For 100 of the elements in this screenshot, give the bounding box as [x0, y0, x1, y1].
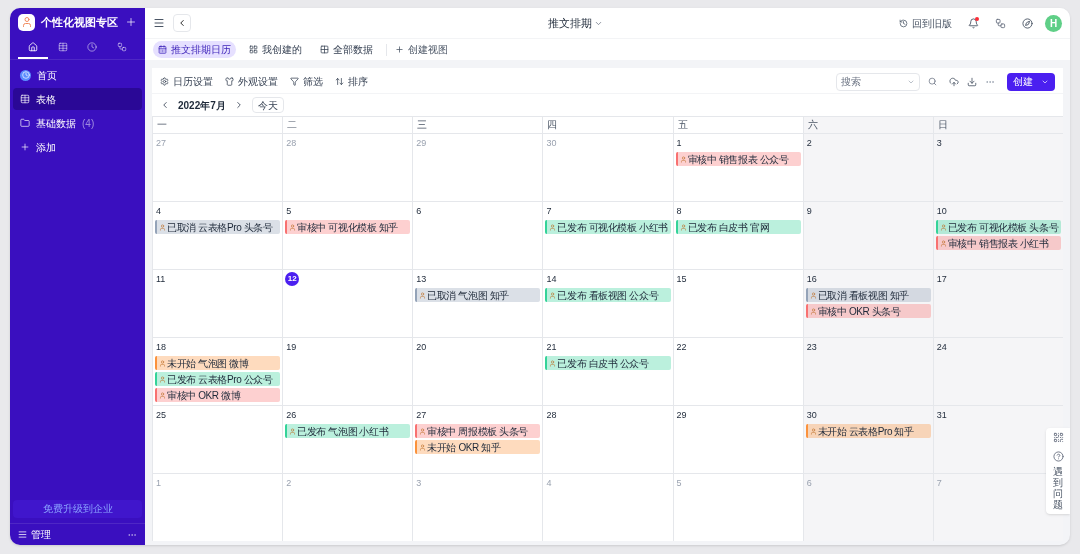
create-view-button[interactable]: 创建视图 [395, 42, 448, 57]
day-cell[interactable]: 2 [802, 134, 933, 201]
day-cell[interactable]: 17 [932, 270, 1063, 337]
day-cell[interactable]: 5 审核中 可视化模板 知乎 [282, 202, 413, 269]
today-button[interactable]: 今天 [251, 97, 284, 113]
person-icon [419, 427, 427, 435]
plus-icon[interactable] [125, 16, 137, 28]
day-cell[interactable]: 21 已发布 白皮书 公众号 [542, 338, 673, 405]
search-input[interactable]: 搜索 [841, 74, 907, 89]
calendar-icon [158, 45, 167, 54]
toolbar-button[interactable]: 筛选 [290, 74, 323, 89]
toolbar-button[interactable]: 外观设置 [225, 74, 278, 89]
day-cell[interactable]: 30 未开始 云表格Pro 知乎 [802, 406, 933, 473]
day-number: 7 [935, 477, 943, 490]
help-icon[interactable] [1052, 451, 1064, 462]
day-cell[interactable]: 4 已取消 云表格Pro 头条号 [152, 202, 283, 269]
day-number: 11 [155, 273, 167, 286]
create-button[interactable]: 创建 [1007, 72, 1055, 91]
event-chip[interactable]: 未开始 OKR 知乎 [415, 440, 541, 454]
day-number: 28 [285, 137, 298, 150]
day-number: 12 [285, 272, 300, 286]
day-number: 5 [675, 477, 683, 490]
event-text: 审核中 OKR 微博 [167, 388, 241, 402]
person-icon [419, 443, 427, 451]
search-icon[interactable] [928, 77, 937, 86]
folder-icon [20, 118, 30, 128]
day-cell[interactable]: 7 已发布 可视化模板 小红书 [542, 202, 673, 269]
day-cell[interactable]: 18 未开始 气泡图 微博 已发布 云表格Pro 公众号 审核中 OKR 微博 [152, 338, 283, 405]
avatar-icon [18, 13, 35, 31]
flow-icon[interactable] [995, 17, 1006, 29]
day-number: 26 [285, 409, 298, 422]
event-chip[interactable]: 审核中 可视化模板 知乎 [285, 220, 411, 234]
event-chip[interactable]: 审核中 OKR 微博 [155, 388, 281, 402]
day-cell[interactable]: 9 [802, 202, 933, 269]
manage-link[interactable]: 管理 [31, 527, 123, 542]
view-tab[interactable]: 全部数据 [315, 41, 378, 58]
old-version-button[interactable]: 回到旧版 [899, 15, 952, 31]
day-number: 29 [675, 409, 688, 422]
compass-icon[interactable] [1022, 17, 1033, 29]
view-tab[interactable]: 我创建的 [244, 41, 307, 58]
event-chip[interactable]: 未开始 云表格Pro 知乎 [805, 424, 931, 438]
day-number: 21 [545, 341, 558, 354]
event-chip[interactable]: 审核中 周报模板 头条号 [415, 424, 541, 438]
upgrade-button[interactable]: 免费升级到企业 [13, 499, 142, 518]
event-chip[interactable]: 已发布 看板视图 公众号 [545, 288, 671, 302]
day-number: 16 [805, 273, 818, 286]
event-chip[interactable]: 已发布 云表格Pro 公众号 [155, 372, 281, 386]
event-chip[interactable]: 审核中 销售报表 小红书 [935, 236, 1061, 250]
day-number: 3 [415, 477, 423, 490]
event-chip[interactable]: 已发布 白皮书 公众号 [545, 356, 671, 370]
toolbar-button[interactable]: 排序 [335, 74, 368, 89]
event-chip[interactable]: 已取消 看板视图 知乎 [805, 288, 931, 302]
person-icon [939, 239, 947, 247]
item-count: (4) [82, 116, 95, 131]
day-cell[interactable]: 13 已取消 气泡图 知乎 [412, 270, 543, 337]
event-text: 未开始 云表格Pro 知乎 [817, 424, 914, 438]
view-tab[interactable]: 推文排期日历 [153, 41, 236, 58]
day-cell[interactable]: 14 已发布 看板视图 公众号 [542, 270, 673, 337]
event-text: 已发布 白皮书 公众号 [557, 356, 649, 370]
day-number: 7 [545, 205, 553, 218]
day-number: 6 [415, 205, 423, 218]
day-cell[interactable]: 27 审核中 周报模板 头条号 未开始 OKR 知乎 [412, 406, 543, 473]
day-cell[interactable]: 1 审核中 销售报表 公众号 [672, 134, 803, 201]
event-chip[interactable]: 审核中 销售报表 公众号 [675, 152, 801, 166]
event-chip[interactable]: 未开始 气泡图 微博 [155, 356, 281, 370]
day-number: 1 [155, 477, 162, 490]
person-icon [939, 223, 947, 231]
sidebar-item[interactable]: 首页 [13, 64, 142, 86]
download-icon[interactable] [967, 76, 977, 87]
menu-icon[interactable] [153, 17, 165, 29]
day-cell[interactable]: 8 已发布 白皮书 官网 [672, 202, 803, 269]
day-cell[interactable]: 16 已取消 看板视图 知乎 审核中 OKR 头条号 [802, 270, 933, 337]
sidebar-item[interactable]: 基础数据 (4) [13, 112, 142, 134]
prev-month-icon[interactable] [160, 100, 170, 110]
day-number: 30 [805, 409, 818, 422]
day-cell[interactable]: 26 已发布 气泡图 小红书 [282, 406, 413, 473]
day-number: 14 [545, 273, 558, 286]
search-field[interactable]: 搜索 [836, 72, 920, 91]
day-number: 10 [935, 205, 948, 218]
bell-icon[interactable] [968, 17, 979, 29]
day-number: 3 [935, 137, 943, 150]
qr-code-icon[interactable] [1052, 432, 1064, 443]
day-cell[interactable]: 24 [932, 338, 1063, 405]
day-cell[interactable]: 23 [802, 338, 933, 405]
day-number: 27 [415, 409, 428, 422]
upload-icon[interactable] [949, 76, 959, 87]
day-cell[interactable]: 3 [932, 134, 1063, 201]
toolbar-button[interactable]: 日历设置 [160, 74, 213, 89]
event-text: 未开始 OKR 知乎 [427, 440, 501, 454]
event-chip[interactable]: 已发布 白皮书 官网 [675, 220, 801, 234]
event-chip[interactable]: 已取消 气泡图 知乎 [415, 288, 541, 302]
gear-icon [160, 77, 169, 86]
day-number: 13 [415, 273, 428, 286]
event-chip[interactable]: 已发布 气泡图 小红书 [285, 424, 411, 438]
event-chip[interactable]: 审核中 OKR 头条号 [805, 304, 931, 318]
day-number: 23 [805, 341, 818, 354]
event-chip[interactable]: 已取消 云表格Pro 头条号 [155, 220, 281, 234]
day-cell[interactable]: 10 已发布 可视化模板 头条号 审核中 销售报表 小红书 [932, 202, 1063, 269]
sidebar-item[interactable]: 表格 [13, 88, 142, 110]
sidebar-item[interactable]: 添加 [13, 136, 142, 158]
